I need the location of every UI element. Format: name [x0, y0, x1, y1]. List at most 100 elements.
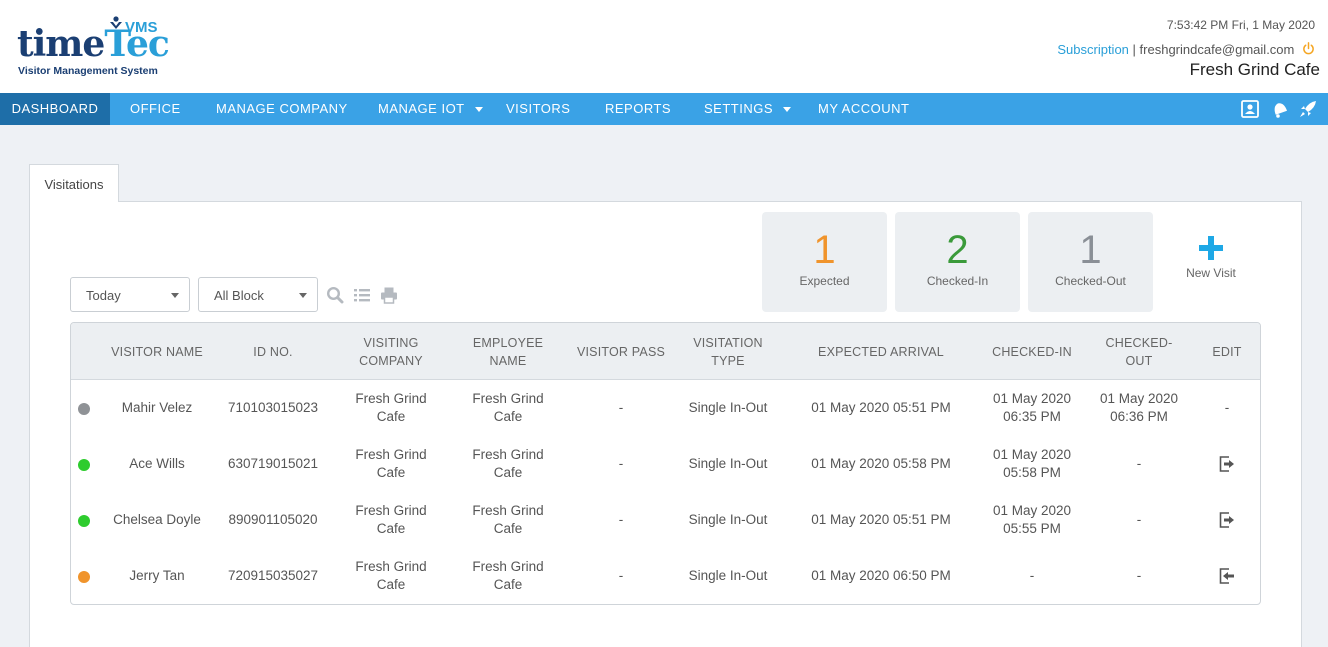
bell-icon[interactable] — [1270, 99, 1290, 119]
cell-visiting-company: Fresh Grind Cafe — [355, 503, 427, 536]
nav-visitors[interactable]: VISITORS — [506, 93, 570, 125]
col-visitor-name[interactable]: VISITOR NAME — [101, 323, 213, 380]
cell-id-no: 720915035027 — [227, 568, 319, 583]
block-filter-select[interactable]: All Block — [198, 277, 318, 312]
cell-visitation-type: Single In-Out — [688, 400, 768, 415]
nav-my-account[interactable]: MY ACCOUNT — [818, 93, 909, 125]
status-dot — [78, 459, 90, 471]
search-icon[interactable] — [326, 286, 344, 304]
cell-expected-arrival: 01 May 2020 05:51 PM — [811, 400, 951, 415]
rocket-icon[interactable] — [1298, 99, 1318, 119]
cell-visitor-name: Jerry Tan — [129, 568, 185, 583]
company-name: Fresh Grind Cafe — [1189, 60, 1320, 79]
cell-checked-out: - — [1136, 568, 1142, 583]
nav-reports[interactable]: REPORTS — [605, 93, 671, 125]
logo-subtitle: Visitor Management System — [18, 65, 158, 77]
block-filter-value: All Block — [214, 288, 264, 303]
chevron-down-icon — [783, 107, 792, 113]
cell-visiting-company: Fresh Grind Cafe — [355, 559, 427, 592]
timetec-vms-logo[interactable]: VMS timeTec Visitor Management System — [17, 16, 170, 80]
cell-visitor-name: Chelsea Doyle — [113, 512, 201, 527]
col-checked-in[interactable]: CHECKED-IN — [982, 323, 1082, 380]
date-filter-value: Today — [86, 288, 121, 303]
cell-expected-arrival: 01 May 2020 05:58 PM — [811, 456, 951, 471]
account-email: freshgrindcafe@gmail.com — [1139, 42, 1295, 57]
cell-checked-in: 01 May 2020 05:55 PM — [992, 503, 1072, 536]
cell-visiting-company: Fresh Grind Cafe — [355, 447, 427, 480]
cell-id-no: 710103015023 — [227, 400, 319, 415]
cell-checked-out: - — [1136, 512, 1142, 527]
cell-visitor-pass: - — [618, 568, 624, 583]
list-icon[interactable] — [353, 286, 371, 304]
app-header: VMS timeTec Visitor Management System 7:… — [0, 0, 1328, 93]
chevron-down-icon — [474, 107, 483, 113]
new-visit-button[interactable]: New Visit — [1178, 236, 1244, 280]
stat-checked-in[interactable]: 2 Checked-In — [895, 212, 1020, 312]
col-visitor-pass[interactable]: VISITOR PASS — [571, 323, 671, 380]
stat-checked-out-label: Checked-Out — [1055, 274, 1126, 288]
cell-checked-in: - — [1029, 568, 1035, 583]
cell-employee-name: Fresh Grind Cafe — [472, 559, 544, 592]
stat-expected[interactable]: 1 Expected — [762, 212, 887, 312]
nav-manage-iot[interactable]: MANAGE IOT — [378, 93, 483, 125]
cell-edit: - — [1224, 400, 1230, 415]
col-visiting-company[interactable]: VISITING COMPANY — [349, 323, 433, 380]
cell-edit[interactable] — [1197, 436, 1257, 492]
nav-icon-group — [1240, 99, 1320, 119]
nav-settings[interactable]: SETTINGS — [704, 93, 792, 125]
power-icon[interactable] — [1302, 41, 1315, 57]
table-row[interactable]: Ace Wills 630719015021 Fresh Grind Cafe Fre… — [71, 436, 1260, 492]
cell-visitation-type: Single In-Out — [688, 512, 768, 527]
status-dot — [78, 403, 90, 415]
stat-expected-label: Expected — [799, 274, 850, 288]
caret-down-icon — [171, 293, 179, 298]
cell-visiting-company: Fresh Grind Cafe — [355, 391, 427, 424]
cell-visitor-name: Mahir Velez — [121, 400, 193, 415]
cell-id-no: 630719015021 — [227, 456, 319, 471]
cell-visitation-type: Single In-Out — [688, 456, 768, 471]
new-visit-label: New Visit — [1186, 266, 1236, 280]
subscription-link[interactable]: Subscription — [1057, 42, 1129, 57]
cell-visitor-name: Ace Wills — [129, 456, 185, 471]
logo-tec: Tec — [104, 23, 169, 65]
tab-visitations[interactable]: Visitations — [29, 164, 119, 202]
cell-visitor-pass: - — [618, 400, 624, 415]
main-nav: DASHBOARD OFFICE MANAGE COMPANY MANAGE I… — [0, 93, 1328, 125]
table-row[interactable]: Jerry Tan 720915035027 Fresh Grind Cafe Fre… — [71, 548, 1260, 604]
stat-checked-out[interactable]: 1 Checked-Out — [1028, 212, 1153, 312]
stat-expected-value: 1 — [813, 228, 836, 272]
cell-edit[interactable] — [1197, 492, 1257, 548]
cell-edit[interactable] — [1197, 548, 1257, 604]
stat-checked-in-label: Checked-In — [926, 274, 989, 288]
logo-wordmark: timeTec — [17, 23, 170, 65]
table-header: VISITOR NAME ID NO. VISITING COMPANY EMP… — [71, 323, 1260, 380]
cell-checked-in: 01 May 2020 05:58 PM — [992, 447, 1072, 480]
caret-down-icon — [299, 293, 307, 298]
cell-checked-out: - — [1136, 456, 1142, 471]
cell-expected-arrival: 01 May 2020 06:50 PM — [811, 568, 951, 583]
table-row[interactable]: Mahir Velez 710103015023 Fresh Grind Cafe F… — [71, 380, 1260, 436]
nav-office[interactable]: OFFICE — [130, 93, 181, 125]
col-visitation-type[interactable]: VISITATION TYPE — [681, 323, 775, 380]
col-checked-out[interactable]: CHECKED-OUT — [1097, 323, 1181, 380]
check-out-icon[interactable] — [1218, 455, 1236, 473]
cell-id-no: 890901105020 — [228, 512, 318, 527]
print-icon[interactable] — [380, 286, 398, 304]
nav-manage-company[interactable]: MANAGE COMPANY — [216, 93, 348, 125]
col-employee-name[interactable]: EMPLOYEE NAME — [466, 323, 550, 380]
col-id-no[interactable]: ID NO. — [223, 323, 323, 380]
col-expected-arrival[interactable]: EXPECTED ARRIVAL — [801, 323, 961, 380]
status-dot — [78, 571, 90, 583]
table-row[interactable]: Chelsea Doyle 890901105020 Fresh Grind Caf… — [71, 492, 1260, 548]
cell-expected-arrival: 01 May 2020 05:51 PM — [811, 512, 951, 527]
check-out-icon[interactable] — [1218, 511, 1236, 529]
nav-dashboard[interactable]: DASHBOARD — [0, 93, 110, 125]
account-line: Subscription | freshgrindcafe@gmail.com — [1057, 41, 1315, 58]
stat-checked-out-value: 1 — [1079, 228, 1102, 272]
nav-manage-iot-label: MANAGE IOT — [378, 101, 465, 116]
current-datetime: 7:53:42 PM Fri, 1 May 2020 — [1166, 18, 1315, 32]
date-filter-select[interactable]: Today — [70, 277, 190, 312]
contact-card-icon[interactable] — [1240, 99, 1260, 119]
check-in-icon[interactable] — [1218, 567, 1236, 585]
cell-employee-name: Fresh Grind Cafe — [472, 391, 544, 424]
